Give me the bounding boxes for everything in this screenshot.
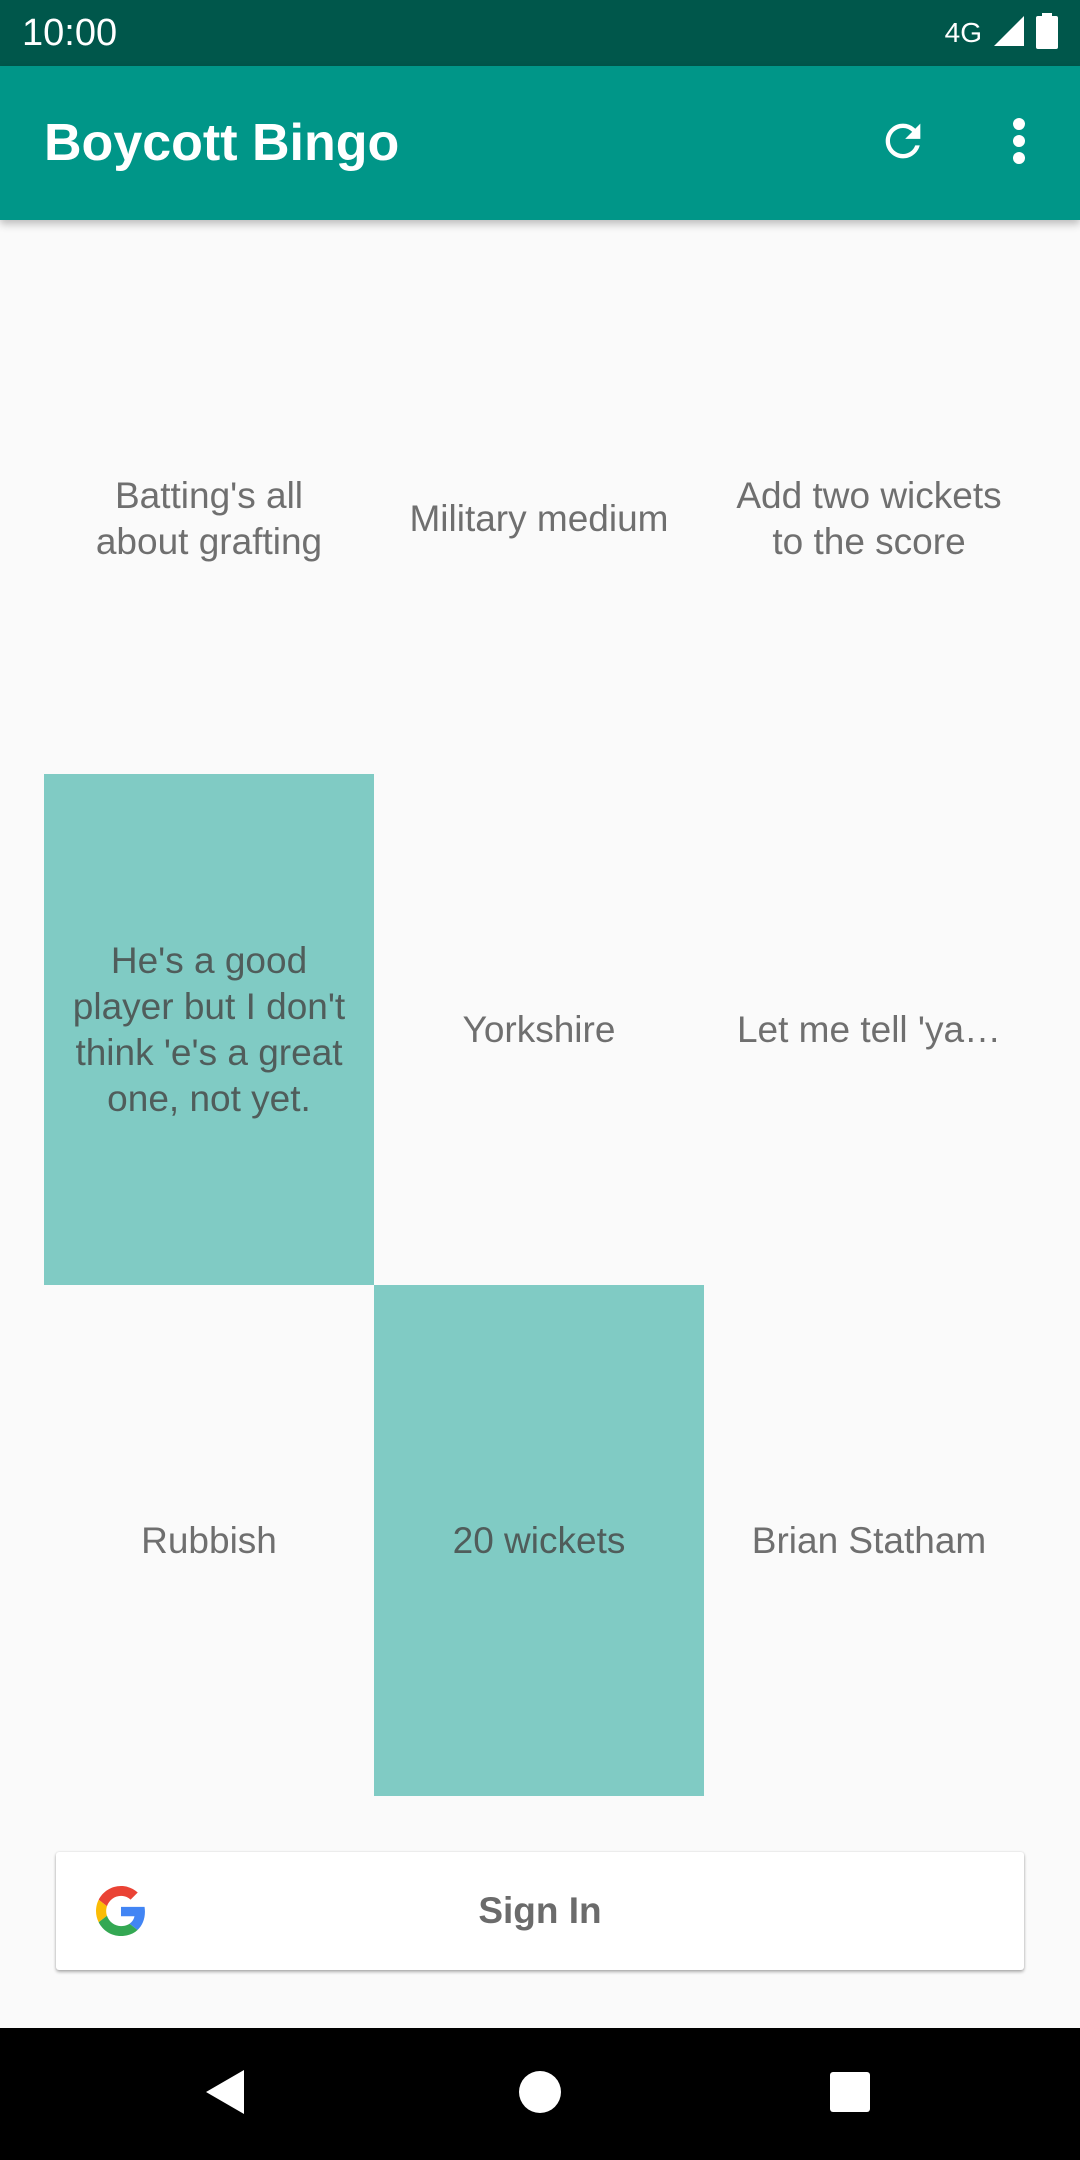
- app-bar: Boycott Bingo: [0, 66, 1080, 220]
- home-button[interactable]: [498, 2052, 582, 2136]
- home-icon: [518, 2070, 562, 2119]
- cell-label: Yorkshire: [462, 1008, 616, 1050]
- cell-label: Add two wickets to the score: [736, 474, 1002, 562]
- cell-label: Let me tell 'ya…: [736, 1008, 1002, 1050]
- cell-label: Military medium: [409, 497, 669, 539]
- bingo-cell[interactable]: Add two wickets to the score: [704, 263, 1034, 774]
- bingo-cell[interactable]: Brian Statham: [704, 1285, 1034, 1796]
- bingo-cell[interactable]: Batting's all about grafting: [44, 263, 374, 774]
- bingo-cell[interactable]: 20 wickets: [374, 1285, 704, 1796]
- cell-label: Batting's all about grafting: [95, 474, 323, 562]
- navigation-bar: [0, 2028, 1080, 2160]
- recents-icon: [829, 2071, 871, 2118]
- recents-button[interactable]: [808, 2052, 892, 2136]
- status-bar: 10:00 4G: [0, 0, 1080, 66]
- more-options-button[interactable]: [985, 109, 1053, 177]
- bingo-cell[interactable]: He's a good player but I don't think 'e'…: [44, 774, 374, 1285]
- battery-icon: [1036, 12, 1058, 54]
- cell-label: Brian Statham: [751, 1519, 987, 1561]
- status-time: 10:00: [22, 12, 118, 54]
- cell-label: He's a good player but I don't think 'e'…: [72, 939, 346, 1119]
- bingo-cell[interactable]: Rubbish: [44, 1285, 374, 1796]
- back-icon: [204, 2068, 248, 2121]
- google-icon: [96, 1886, 146, 1936]
- cell-label: 20 wickets: [452, 1519, 626, 1561]
- google-sign-in-button[interactable]: Sign In: [56, 1852, 1024, 1970]
- more-vert-icon: [1012, 117, 1026, 170]
- bingo-board: Batting's all about grafting Military me…: [44, 263, 1034, 1796]
- network-type: 4G: [944, 17, 982, 48]
- signal-icon: [992, 14, 1026, 53]
- refresh-icon: [877, 115, 929, 172]
- bingo-cell[interactable]: Yorkshire: [374, 774, 704, 1285]
- bingo-cell[interactable]: Military medium: [374, 263, 704, 774]
- bingo-cell[interactable]: Let me tell 'ya…: [704, 774, 1034, 1285]
- status-icons: 4G: [944, 12, 1058, 54]
- cell-label: Rubbish: [141, 1519, 277, 1561]
- refresh-button[interactable]: [869, 109, 937, 177]
- app-title: Boycott Bingo: [44, 114, 400, 172]
- back-button[interactable]: [184, 2052, 268, 2136]
- sign-in-label: Sign In: [478, 1890, 602, 1931]
